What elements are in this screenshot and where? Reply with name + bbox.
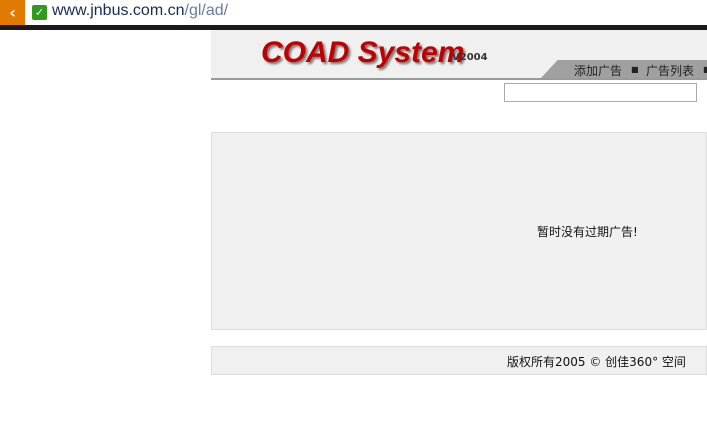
empty-message: 暂时没有过期广告! (537, 225, 638, 239)
check-icon: ✓ (32, 5, 47, 20)
version-label: V2004 (452, 52, 488, 63)
nav-add-ad[interactable]: 添加广告 (574, 62, 622, 78)
url-host: www.jnbus.com.cn (52, 2, 185, 19)
copyright: 版权所有2005 © 创佳360° 空间 (507, 355, 686, 369)
footer: 版权所有2005 © 创佳360° 空间 (211, 346, 707, 375)
header: COAD System V2004 添加广告 ■ 广告列表 ■ (211, 30, 707, 80)
separator-dot: ■ (703, 65, 707, 74)
nav-ad-list[interactable]: 广告列表 (646, 62, 694, 78)
nav-bar: 添加广告 ■ 广告列表 ■ (541, 60, 707, 78)
url-field[interactable]: www.jnbus.com.cn/gl/ad/ (52, 2, 228, 20)
address-bar: ‹ ✓ www.jnbus.com.cn/gl/ad/ (0, 0, 707, 30)
url-path: /gl/ad/ (184, 2, 229, 19)
separator-dot: ■ (631, 65, 639, 74)
content-panel: 暂时没有过期广告! (211, 132, 707, 330)
search-input[interactable] (504, 83, 697, 102)
logo: COAD System (261, 36, 465, 69)
back-button[interactable]: ‹ (0, 0, 25, 25)
